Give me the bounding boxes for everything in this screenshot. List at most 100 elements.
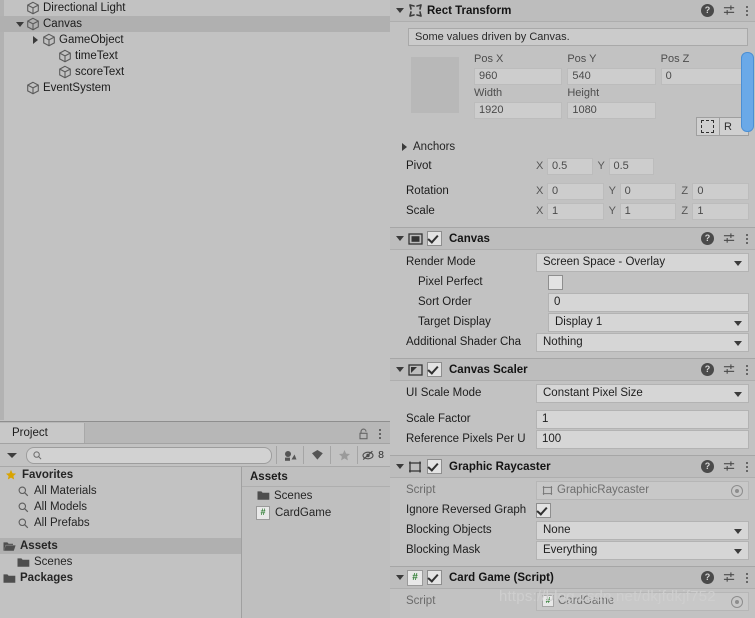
pivot-x-axis: X	[536, 160, 544, 172]
preset-icon[interactable]	[723, 363, 736, 376]
card-game-header[interactable]: # Card Game (Script) ?	[390, 567, 755, 589]
preset-icon[interactable]	[723, 232, 736, 245]
blocking-objects-dropdown[interactable]: None	[536, 520, 749, 540]
collapse-icon[interactable]	[393, 360, 407, 380]
card-game-enabled-checkbox[interactable]	[427, 570, 442, 585]
component-menu-icon[interactable]	[745, 4, 749, 18]
lock-icon[interactable]	[356, 426, 370, 441]
canvas-scaler-enabled-checkbox[interactable]	[427, 362, 442, 377]
component-menu-icon[interactable]	[745, 363, 749, 377]
pixel-perfect-checkbox[interactable]	[548, 274, 563, 290]
project-menu-icon[interactable]	[378, 427, 382, 441]
collapse-icon[interactable]	[393, 457, 407, 477]
project-folder-tree[interactable]: Assets Scenes Packages	[0, 538, 241, 586]
preset-icon[interactable]	[723, 571, 736, 584]
ui-scale-mode-dropdown[interactable]: Constant Pixel Size	[536, 383, 749, 403]
pos-y-field[interactable]: 540	[567, 68, 656, 85]
width-field[interactable]: 1920	[474, 102, 563, 119]
reference-pixels-row: Reference Pixels Per U 100	[396, 429, 749, 449]
canvas-header[interactable]: Canvas ?	[390, 228, 755, 250]
help-icon[interactable]: ?	[701, 460, 714, 473]
reference-pixels-field[interactable]: 100	[536, 429, 749, 449]
rotation-y-field[interactable]: 0	[619, 182, 677, 200]
pivot-x-field[interactable]: 0.5	[547, 157, 593, 175]
component-menu-icon[interactable]	[745, 571, 749, 585]
object-picker-icon[interactable]	[731, 484, 743, 497]
scale-x-field[interactable]: 1	[547, 202, 604, 220]
rotation-z-field[interactable]: 0	[692, 182, 750, 200]
hierarchy-tree[interactable]: Directional Light Canvas GameObject timeTex…	[0, 0, 390, 96]
height-field[interactable]: 1080	[567, 102, 656, 119]
canvas-enabled-checkbox[interactable]	[427, 231, 442, 246]
canvas-scaler-header[interactable]: Canvas Scaler ?	[390, 359, 755, 381]
scale-z-field[interactable]: 1	[692, 202, 750, 220]
collapse-icon[interactable]	[393, 1, 407, 21]
scale-y-field[interactable]: 1	[619, 202, 677, 220]
collapse-icon[interactable]	[393, 229, 407, 249]
scale-factor-field[interactable]: 1	[536, 409, 749, 429]
blueprint-mode-button[interactable]	[695, 117, 720, 136]
script-object-field[interactable]: # CardGame	[536, 591, 749, 611]
reference-pixels-label: Reference Pixels Per U	[406, 433, 526, 445]
hierarchy-item-canvas[interactable]: Canvas	[0, 16, 390, 32]
anchors-foldout[interactable]: Anchors	[396, 137, 749, 156]
rotation-x-field[interactable]: 0	[547, 182, 604, 200]
label-filter-icon[interactable]	[303, 446, 330, 464]
favorite-item-label: All Materials	[34, 485, 97, 497]
hierarchy-item-timetext[interactable]: timeText	[0, 48, 390, 64]
hierarchy-item-eventsystem[interactable]: EventSystem	[0, 80, 390, 96]
graphic-raycaster-header[interactable]: Graphic Raycaster ?	[390, 456, 755, 478]
pos-z-field[interactable]: 0	[660, 68, 749, 85]
project-tree-item-scenes[interactable]: Scenes	[0, 554, 241, 570]
rect-transform-header[interactable]: Rect Transform ?	[390, 0, 755, 22]
render-mode-dropdown[interactable]: Screen Space - Overlay	[536, 252, 749, 272]
hidden-assets-count-button[interactable]: 8	[357, 446, 388, 464]
help-icon[interactable]: ?	[701, 363, 714, 376]
chevron-right-icon[interactable]	[30, 32, 42, 48]
asset-item-scenes[interactable]: Scenes	[242, 487, 390, 504]
pivot-y-field[interactable]: 0.5	[608, 157, 654, 175]
component-menu-icon[interactable]	[745, 460, 749, 474]
ignore-reversed-checkbox[interactable]	[536, 502, 551, 518]
help-icon[interactable]: ?	[701, 4, 714, 17]
sort-order-field[interactable]: 0	[548, 292, 749, 312]
tree-gap	[0, 531, 241, 538]
assets-list[interactable]: Scenes # CardGame	[242, 487, 390, 521]
component-menu-icon[interactable]	[745, 232, 749, 246]
project-tree-item-assets[interactable]: Assets	[0, 538, 241, 554]
shader-channels-dropdown[interactable]: Nothing	[536, 332, 749, 352]
inspector-scrollbar[interactable]	[741, 52, 754, 132]
help-icon[interactable]: ?	[701, 571, 714, 584]
pos-x-field[interactable]: 960	[474, 68, 563, 85]
favorites-list[interactable]: All Materials All Models All Prefabs	[0, 483, 241, 531]
tab-project[interactable]: Project	[0, 423, 85, 443]
favorite-item[interactable]: All Models	[0, 499, 241, 515]
collapse-icon[interactable]	[393, 568, 407, 588]
asset-item-cardgame[interactable]: # CardGame	[242, 504, 390, 521]
script-object-field[interactable]: GraphicRaycaster	[536, 480, 749, 500]
graphic-raycaster-enabled-checkbox[interactable]	[427, 459, 442, 474]
preset-icon[interactable]	[723, 460, 736, 473]
hierarchy-item-directional light[interactable]: Directional Light	[0, 0, 390, 16]
chevron-down-icon[interactable]	[14, 16, 26, 32]
project-tree-item-packages[interactable]: Packages	[0, 570, 241, 586]
project-search[interactable]	[26, 446, 272, 464]
favorites-filter-icon[interactable]	[330, 446, 357, 464]
preset-icon[interactable]	[723, 4, 736, 17]
favorite-item[interactable]: All Materials	[0, 483, 241, 499]
rect-transform-icon	[407, 3, 423, 19]
search-input[interactable]	[45, 448, 265, 462]
object-picker-icon[interactable]	[731, 595, 743, 608]
help-icon[interactable]: ?	[701, 232, 714, 245]
hierarchy-item-scoretext[interactable]: scoreText	[0, 64, 390, 80]
target-display-dropdown[interactable]: Display 1	[548, 312, 749, 332]
favorite-item[interactable]: All Prefabs	[0, 515, 241, 531]
project-view-dropdown-icon[interactable]	[2, 445, 22, 465]
assets-column: Assets Scenes # CardGame	[242, 467, 390, 618]
favorites-header[interactable]: Favorites	[0, 467, 241, 483]
hierarchy-item-gameobject[interactable]: GameObject	[0, 32, 390, 48]
hierarchy-item-label: timeText	[75, 50, 118, 62]
anchor-preset-preview[interactable]	[396, 52, 474, 137]
type-filter-icon[interactable]	[276, 446, 303, 464]
blocking-mask-dropdown[interactable]: Everything	[536, 540, 749, 560]
